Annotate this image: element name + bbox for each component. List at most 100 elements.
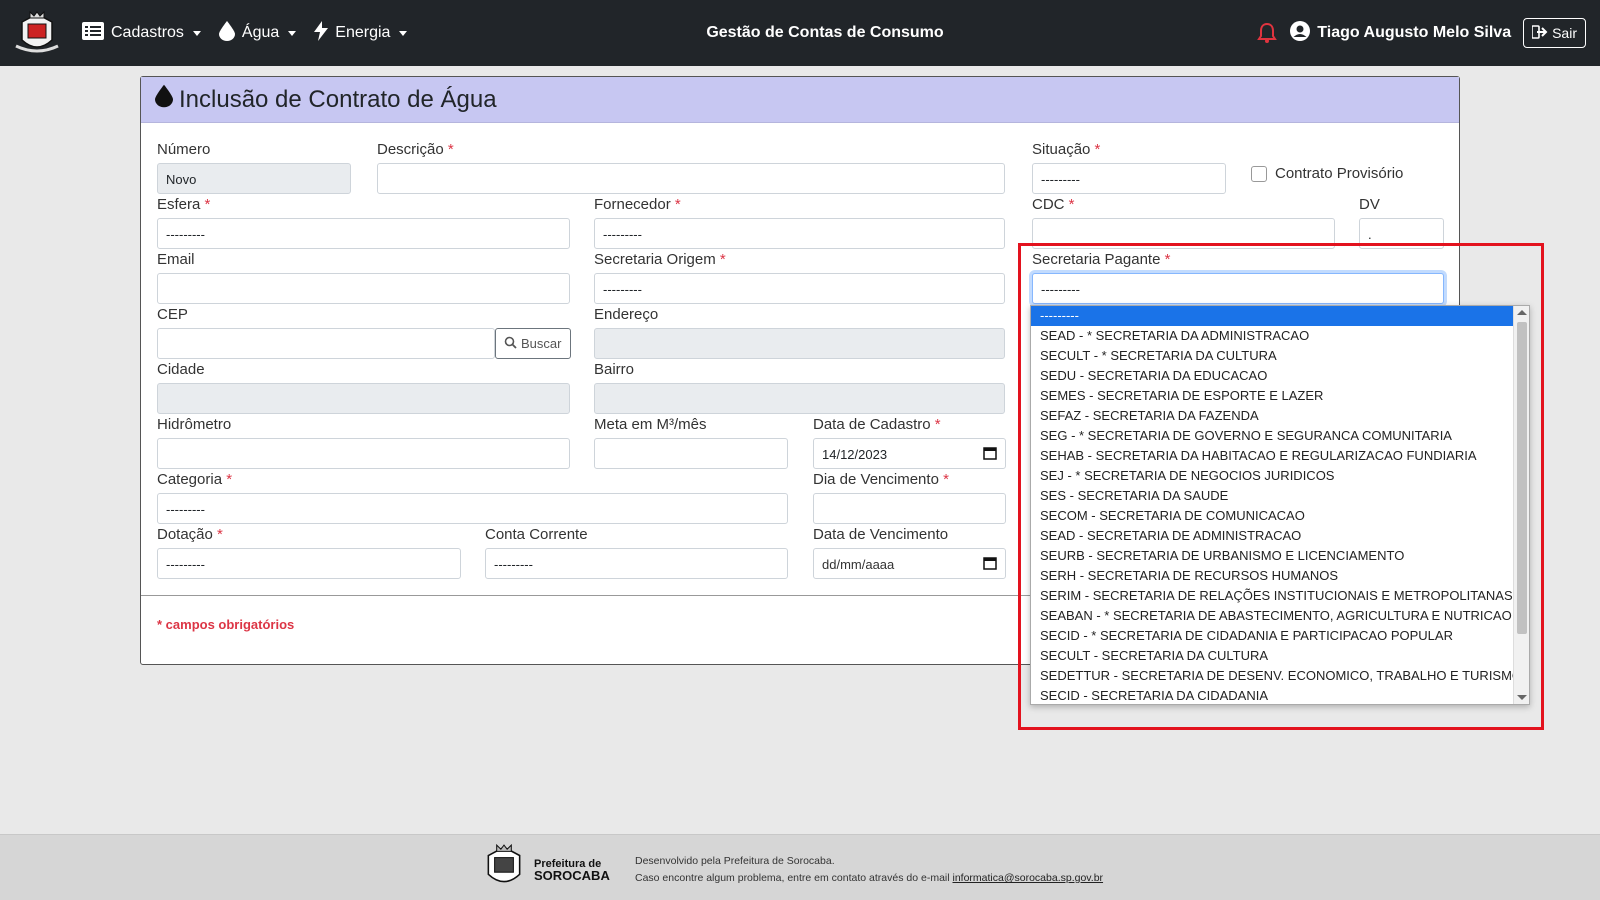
scroll-down-icon[interactable] [1517,695,1527,700]
scroll-up-icon[interactable] [1517,310,1527,315]
dropdown-option[interactable]: SEURB - SECRETARIA DE URBANISMO E LICENC… [1031,546,1514,566]
fornecedor-label: Fornecedor * [594,196,681,213]
dotacao-select[interactable]: --------- [157,548,461,579]
cidade-field [157,383,570,414]
footer-line2: Caso encontre algum problema, entre em c… [635,872,1104,884]
sign-out-icon [1531,24,1548,42]
dropdown-option[interactable]: SECOM - SECRETARIA DE COMUNICACAO [1031,506,1514,526]
cdc-field[interactable] [1032,218,1335,249]
data-vencimento-field[interactable]: dd/mm/aaaa [813,548,1006,579]
city-crest-logo[interactable] [14,10,60,56]
dropdown-option[interactable]: SEAD - * SECRETARIA DA ADMINISTRACAO [1031,326,1514,346]
nav-menu-label: Água [241,24,280,41]
hidrometro-label: Hidrômetro [157,416,232,433]
notification-bell-icon[interactable] [1256,22,1278,44]
nav-menu-energia[interactable]: Energia [314,20,408,46]
secretaria-origem-select[interactable]: --------- [594,273,1005,304]
secretaria-pagante-dropdown[interactable]: --------- SEAD - * SECRETARIA DA ADMINIST… [1030,305,1530,705]
dropdown-option[interactable]: SEHAB - SECRETARIA DA HABITACAO E REGULA… [1031,446,1514,466]
dv-label: DV [1359,196,1380,213]
fornecedor-select[interactable]: --------- [594,218,1005,249]
descricao-field[interactable] [377,163,1005,194]
hidrometro-field[interactable] [157,438,570,469]
esfera-label: Esfera * [157,196,211,213]
bairro-field [594,383,1005,414]
dropdown-scrollbar[interactable] [1513,306,1529,704]
card-header: Inclusão de Contrato de Água [141,77,1459,123]
dropdown-option[interactable]: SEAD - SECRETARIA DE ADMINISTRACAO [1031,526,1514,546]
dropdown-option[interactable]: SEJ - * SECRETARIA DE NEGOCIOS JURIDICOS [1031,466,1514,486]
logout-label: Sair [1552,25,1577,41]
dropdown-option[interactable]: SECULT - * SECRETARIA DA CULTURA [1031,346,1514,366]
email-label: Email [157,251,195,268]
data-cadastro-field[interactable]: 14/12/2023 [813,438,1006,469]
bairro-label: Bairro [594,361,635,378]
cidade-label: Cidade [157,361,205,378]
dropdown-option[interactable]: SECID - SECRETARIA DA CIDADANIA [1031,686,1514,704]
footer-logo: Prefeitura de SOROCABA [480,843,610,896]
user-menu[interactable]: Tiago Augusto Melo Silva [1290,20,1512,46]
water-drop-icon [155,84,173,115]
caret-down-icon [399,30,408,36]
dv-field[interactable]: . [1359,218,1444,249]
meta-label: Meta em M³/mês [594,416,707,433]
list-icon [82,21,104,45]
dropdown-option[interactable]: SEDU - SECRETARIA DA EDUCACAO [1031,366,1514,386]
dropdown-option[interactable]: SEABAN - * SECRETARIA DE ABASTECIMENTO, … [1031,606,1514,626]
dropdown-option[interactable]: SEG - * SECRETARIA DE GOVERNO E SEGURANC… [1031,426,1514,446]
secretaria-pagante-select[interactable]: --------- [1032,273,1444,304]
calendar-icon[interactable] [983,556,997,570]
support-email-link[interactable]: informatica@sorocaba.sp.gov.br [953,872,1104,884]
cep-field[interactable] [157,328,495,359]
required-fields-note: * campos obrigatórios [157,617,295,632]
secretaria-origem-label: Secretaria Origem * [594,251,726,268]
contrato-provisorio-label: Contrato Provisório [1275,165,1404,182]
nav-menu-cadastros[interactable]: Cadastros [82,21,201,45]
dropdown-option[interactable]: SES - SECRETARIA DA SAUDE [1031,486,1514,506]
meta-field[interactable] [594,438,788,469]
dropdown-option[interactable]: SERIM - SECRETARIA DE RELAÇÕES INSTITUCI… [1031,586,1514,606]
dropdown-option[interactable]: SEDETTUR - SECRETARIA DE DESENV. ECONOMI… [1031,666,1522,686]
conta-corrente-select[interactable]: --------- [485,548,788,579]
situacao-label: Situação * [1032,141,1101,158]
dia-vencimento-field[interactable] [813,493,1006,524]
footer-line1: Desenvolvido pela Prefeitura de Sorocaba… [635,855,835,867]
email-field[interactable] [157,273,570,304]
top-navbar: Cadastros Água Energia Gestão de Contas … [0,0,1600,66]
endereco-field [594,328,1005,359]
numero-field: Novo [157,163,351,194]
descricao-label: Descrição * [377,141,454,158]
page-title: Inclusão de Contrato de Água [179,85,497,113]
situacao-select[interactable]: --------- [1032,163,1226,194]
nav-menu-label: Cadastros [111,24,184,41]
buscar-cep-button[interactable]: Buscar [495,328,571,359]
conta-corrente-label: Conta Corrente [485,526,588,543]
lightning-icon [314,20,329,46]
dropdown-option[interactable]: SECID - * SECRETARIA DE CIDADANIA E PART… [1031,626,1514,646]
buscar-label: Buscar [521,336,562,351]
scrollbar-thumb[interactable] [1517,322,1527,634]
logout-button[interactable]: Sair [1523,18,1586,48]
nav-menu-label: Energia [335,24,391,41]
cdc-label: CDC * [1032,196,1075,213]
checkbox-box[interactable] [1251,165,1267,182]
categoria-label: Categoria * [157,471,233,488]
data-cadastro-value: 14/12/2023 [822,447,888,462]
user-name: Tiago Augusto Melo Silva [1317,24,1512,41]
cep-label: CEP [157,306,188,323]
dropdown-option[interactable]: SECULT - SECRETARIA DA CULTURA [1031,646,1514,666]
nav-menu-agua[interactable]: Água [218,20,297,46]
dropdown-options-list: --------- SEAD - * SECRETARIA DA ADMINIST… [1031,306,1522,704]
city-crest-icon [480,843,528,896]
dropdown-option[interactable]: SEMES - SECRETARIA DE ESPORTE E LAZER [1031,386,1514,406]
page-footer: Prefeitura de SOROCABA Desenvolvido pela… [0,834,1600,900]
esfera-select[interactable]: --------- [157,218,570,249]
calendar-icon[interactable] [983,446,997,460]
dropdown-option[interactable]: SEFAZ - SECRETARIA DA FAZENDA [1031,406,1514,426]
dropdown-option[interactable]: --------- [1031,306,1514,326]
dropdown-option[interactable]: SERH - SECRETARIA DE RECURSOS HUMANOS [1031,566,1514,586]
categoria-select[interactable]: --------- [157,493,788,524]
contrato-provisorio-checkbox[interactable]: Contrato Provisório [1251,165,1403,182]
user-avatar-icon [1290,20,1311,46]
data-vencimento-value: dd/mm/aaaa [822,557,895,572]
